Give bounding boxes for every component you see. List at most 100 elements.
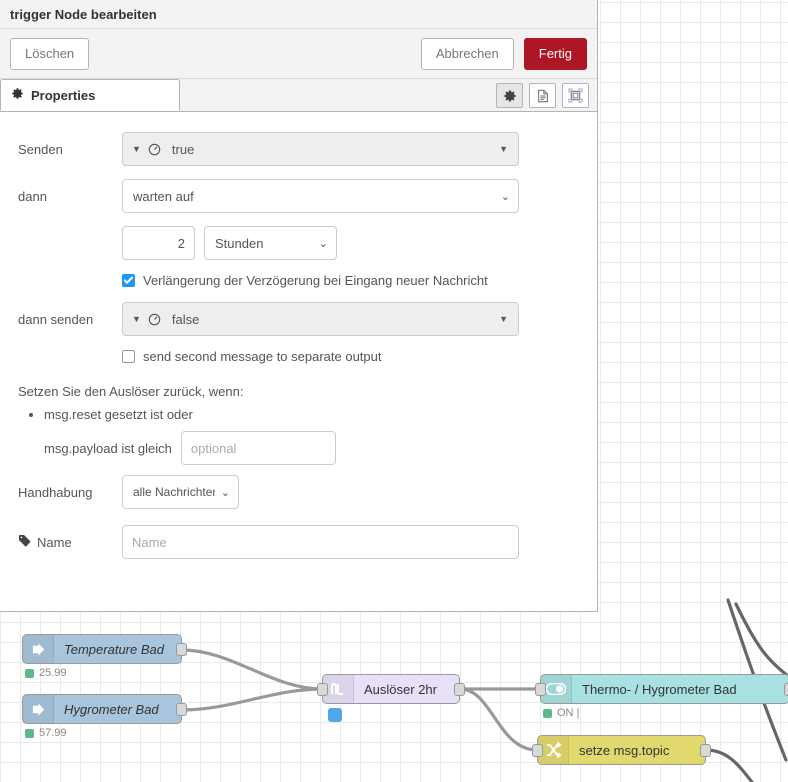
dialog-tabbar: Properties: [0, 79, 597, 112]
chevron-down-icon: ⌄: [221, 486, 230, 499]
node-label: Hygrometer Bad: [54, 702, 169, 717]
then-send-typed-input[interactable]: ▼ false ▼: [122, 302, 519, 336]
delete-button[interactable]: Löschen: [10, 38, 89, 70]
node-output-port[interactable]: [454, 683, 465, 696]
chevron-down-icon[interactable]: ▼: [499, 144, 508, 154]
reset-payload-label: msg.payload ist gleich: [44, 441, 172, 456]
description-icon-button[interactable]: [529, 83, 556, 108]
node-temperature-bad[interactable]: Temperature Bad 25.99: [22, 634, 182, 664]
wire-trigger-to-change: [460, 689, 537, 750]
second-output-label: send second message to separate output: [143, 349, 382, 364]
handling-value: alle Nachrichten: [133, 485, 215, 499]
send-label: Senden: [18, 142, 122, 157]
then-value: warten auf: [133, 189, 194, 204]
duration-units-select[interactable]: Stunden ⌄: [204, 226, 337, 260]
handling-select[interactable]: alle Nachrichten ⌄: [122, 475, 239, 509]
dialog-toolbar: Löschen Abbrechen Fertig: [0, 29, 597, 79]
name-input[interactable]: Name: [122, 525, 519, 559]
node-input-port[interactable]: [535, 683, 546, 696]
dialog-titlebar: trigger Node bearbeiten: [0, 0, 597, 29]
node-label: Auslöser 2hr: [354, 682, 447, 697]
row-extend-delay: Verlängerung der Verzögerung bei Eingang…: [122, 273, 579, 288]
node-status: 57.99: [25, 727, 67, 739]
reset-payload-placeholder: optional: [191, 441, 237, 456]
row-name: Name Name: [18, 525, 579, 559]
extend-delay-label: Verlängerung der Verzögerung bei Eingang…: [143, 273, 488, 288]
reset-condition-payload: msg.payload ist gleich optional: [44, 431, 579, 465]
node-thermo-hygrometer-bad[interactable]: Thermo- / Hygrometer Bad ON |: [540, 674, 788, 704]
second-output-checkbox[interactable]: [122, 350, 135, 363]
then-select[interactable]: warten auf ⌄: [122, 179, 519, 213]
done-button[interactable]: Fertig: [524, 38, 587, 70]
inject-arrow-icon: [23, 635, 54, 663]
boolean-icon: [148, 313, 161, 326]
wire-change-output: [706, 750, 752, 782]
row-handling: Handhabung alle Nachrichten ⌄: [18, 475, 579, 509]
node-label: Temperature Bad: [54, 642, 174, 657]
node-setze-msg-topic[interactable]: setze msg.topic: [537, 735, 706, 765]
duration-units-value: Stunden: [215, 236, 263, 251]
edit-node-dialog: trigger Node bearbeiten Löschen Abbreche…: [0, 0, 598, 612]
tag-icon: [18, 534, 31, 550]
row-duration: 2 Stunden ⌄: [122, 226, 579, 260]
status-text: 57.99: [39, 727, 67, 739]
name-placeholder: Name: [132, 535, 167, 550]
then-send-label: dann senden: [18, 312, 122, 327]
node-selected-marker: [328, 708, 342, 722]
extend-delay-checkbox[interactable]: [122, 274, 135, 287]
gear-icon-button[interactable]: [496, 83, 523, 108]
boolean-icon: [148, 143, 161, 156]
status-dot: [25, 669, 34, 678]
status-dot: [25, 729, 34, 738]
inject-arrow-icon: [23, 695, 54, 723]
node-label: setze msg.topic: [569, 743, 679, 758]
node-label: Thermo- / Hygrometer Bad: [572, 682, 747, 697]
chevron-down-icon[interactable]: ▼: [499, 314, 508, 324]
node-output-port[interactable]: [784, 683, 788, 696]
row-then: dann warten auf ⌄: [18, 179, 579, 213]
dialog-body: Senden ▼ true ▼ dann wart: [0, 112, 597, 559]
wire-crossing-2: [736, 604, 788, 676]
then-label: dann: [18, 189, 122, 204]
send-typed-input[interactable]: ▼ true ▼: [122, 132, 519, 166]
reset-conditions-list: msg.reset gesetzt ist oder msg.payload i…: [18, 407, 579, 465]
node-ausloser-2hr[interactable]: Auslöser 2hr: [322, 674, 460, 704]
then-send-value: false: [172, 312, 199, 327]
cancel-button[interactable]: Abbrechen: [421, 38, 514, 70]
reset-condition-msg-reset: msg.reset gesetzt ist oder: [44, 407, 579, 422]
gear-icon: [11, 87, 24, 103]
node-input-port[interactable]: [317, 683, 328, 696]
chevron-down-icon: ▼: [132, 314, 141, 324]
row-second-output: send second message to separate output: [122, 349, 579, 364]
row-then-send: dann senden ▼ false ▼: [18, 302, 579, 336]
node-hygrometer-bad[interactable]: Hygrometer Bad 57.99: [22, 694, 182, 724]
status-text: 25.99: [39, 667, 67, 679]
chevron-down-icon: ▼: [132, 144, 141, 154]
chevron-down-icon: ⌄: [501, 190, 510, 203]
tab-properties[interactable]: Properties: [0, 79, 180, 111]
reset-heading: Setzen Sie den Auslöser zurück, wenn:: [18, 384, 579, 399]
node-input-port[interactable]: [532, 744, 543, 757]
send-value: true: [172, 142, 194, 157]
reset-payload-input[interactable]: optional: [181, 431, 336, 465]
row-send: Senden ▼ true ▼: [18, 132, 579, 166]
tabbar-icon-group: [496, 83, 597, 111]
chevron-down-icon: ⌄: [319, 237, 328, 250]
wire-hygrometer-to-trigger: [182, 689, 322, 710]
duration-input[interactable]: 2: [122, 226, 195, 260]
node-red-editor: Temperature Bad 25.99 Hygrometer Bad 57.…: [0, 0, 788, 782]
node-status: 25.99: [25, 667, 67, 679]
status-text: ON |: [557, 707, 579, 719]
name-label: Name: [37, 535, 72, 550]
handling-label: Handhabung: [18, 485, 122, 500]
tab-label: Properties: [31, 88, 95, 103]
name-label-group: Name: [18, 534, 122, 550]
node-output-port[interactable]: [176, 643, 187, 656]
node-status: ON |: [543, 707, 579, 719]
node-output-port[interactable]: [176, 703, 187, 716]
status-dot: [543, 709, 552, 718]
appearance-icon-button[interactable]: [562, 83, 589, 108]
wire-temperature-to-trigger: [182, 650, 322, 689]
node-output-port[interactable]: [700, 744, 711, 757]
toolbar-right-group: Abbrechen Fertig: [421, 38, 587, 70]
